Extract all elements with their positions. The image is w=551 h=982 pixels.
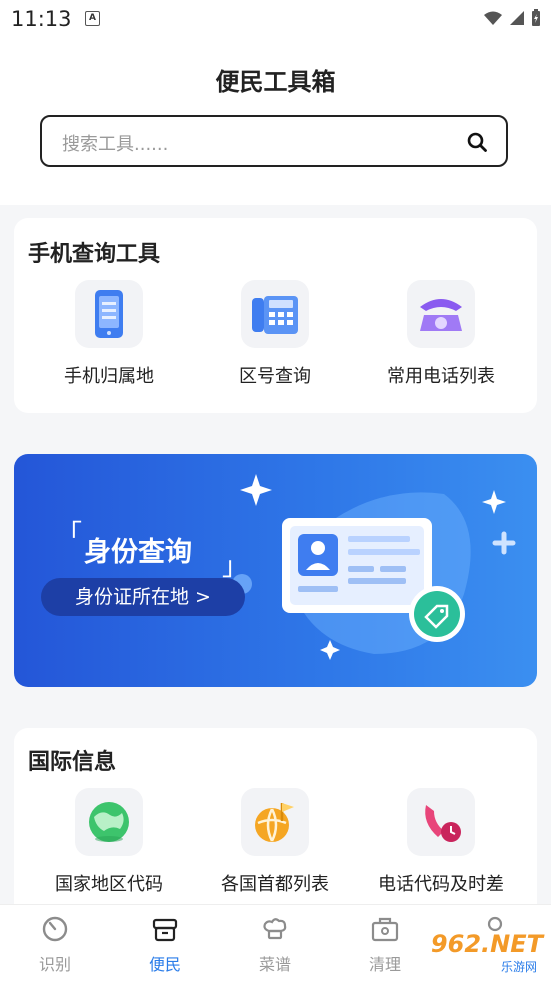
sparkle-icon bbox=[320, 640, 340, 660]
tool-label: 区号查询 bbox=[239, 366, 311, 387]
banner-title: 身份查询 bbox=[84, 537, 192, 568]
id-location-button[interactable]: 身份证所在地 > bbox=[41, 578, 245, 616]
status-time: 11:13 bbox=[11, 7, 72, 31]
page-title: 便民工具箱 bbox=[215, 68, 336, 96]
tool-area-code[interactable]: 区号查询 bbox=[190, 280, 360, 388]
banner-illustration bbox=[232, 474, 516, 660]
tool-label: 国家地区代码 bbox=[55, 874, 163, 895]
tab-recipes[interactable]: 菜谱 bbox=[220, 915, 330, 975]
top-area: 11:13 A 便民工具箱 搜索工具...... bbox=[0, 0, 551, 205]
chef-hat-icon bbox=[263, 918, 287, 940]
globe-icon bbox=[75, 788, 143, 856]
phone-tools-title: 手机查询工具 bbox=[28, 242, 161, 267]
tab-label: 菜谱 bbox=[258, 955, 291, 974]
phone-tools-card: 手机查询工具 手机归属地 区号查询 常用电话列表 bbox=[14, 218, 537, 413]
bracket-left: 「 bbox=[56, 520, 83, 550]
system-icons bbox=[483, 9, 541, 27]
tab-convenience[interactable]: 便民 bbox=[110, 915, 220, 975]
tool-capitals[interactable]: 各国首都列表 bbox=[190, 788, 360, 896]
tool-label: 手机归属地 bbox=[64, 366, 154, 387]
tool-phone-timezone[interactable]: 电话代码及时差 bbox=[356, 788, 526, 896]
sparkle-icon bbox=[240, 474, 272, 506]
box-icon bbox=[152, 918, 178, 942]
tab-label: 识别 bbox=[38, 955, 71, 974]
toolbox-icon bbox=[371, 917, 399, 942]
tool-common-numbers[interactable]: 常用电话列表 bbox=[356, 280, 526, 388]
intl-info-card: 国际信息 国家地区代码 各国首都列表 电话代码及时差 bbox=[14, 728, 537, 904]
tool-label: 常用电话列表 bbox=[387, 366, 495, 387]
desk-phone-icon bbox=[241, 280, 309, 348]
tool-label: 各国首都列表 bbox=[221, 874, 329, 895]
tab-label: 便民 bbox=[148, 955, 181, 974]
id-query-banner[interactable]: 「 身份查询 」 身份证所在地 > bbox=[14, 454, 537, 687]
battery-icon bbox=[532, 9, 540, 26]
retro-phone-icon bbox=[407, 280, 475, 348]
wifi-icon bbox=[484, 11, 502, 25]
intl-info-title: 国际信息 bbox=[28, 750, 117, 775]
status-bar: 11:13 A bbox=[0, 0, 551, 38]
phone-clock-icon bbox=[407, 788, 475, 856]
tool-mobile-location[interactable]: 手机归属地 bbox=[24, 280, 194, 388]
search-icon[interactable] bbox=[466, 131, 488, 153]
tool-country-code[interactable]: 国家地区代码 bbox=[24, 788, 194, 896]
watermark-sub: 乐游网 bbox=[500, 960, 537, 974]
tool-label: 电话代码及时差 bbox=[378, 874, 504, 895]
clock-dial-icon bbox=[42, 916, 68, 942]
search-bar[interactable]: 搜索工具...... bbox=[40, 115, 508, 167]
notification-icon: A bbox=[85, 11, 100, 26]
search-input[interactable]: 搜索工具...... bbox=[62, 130, 168, 156]
tab-recognize[interactable]: 识别 bbox=[0, 915, 110, 975]
globe-flag-icon bbox=[241, 788, 309, 856]
mobile-phone-icon bbox=[75, 280, 143, 348]
signal-icon bbox=[510, 11, 524, 25]
sparkle-icon bbox=[482, 490, 506, 514]
tab-clean[interactable]: 清理 bbox=[330, 915, 440, 975]
tab-label: 清理 bbox=[368, 955, 401, 974]
watermark-logo: 962.NET bbox=[430, 930, 543, 958]
plus-icon bbox=[492, 531, 516, 555]
